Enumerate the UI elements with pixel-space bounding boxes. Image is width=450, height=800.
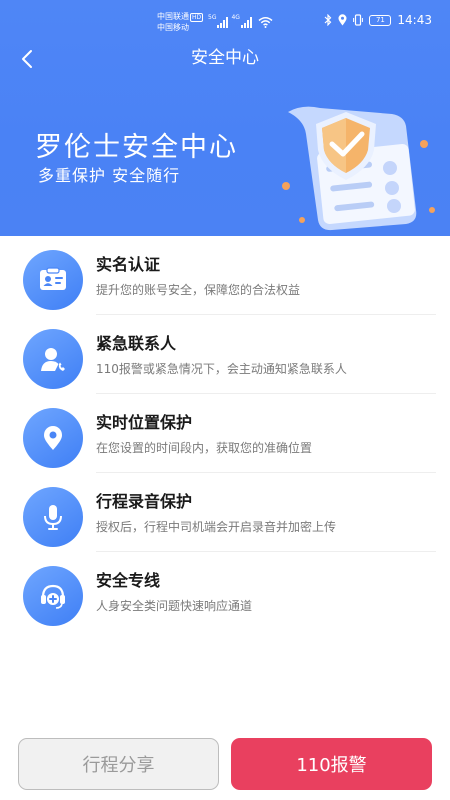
item-description: 提升您的账号安全，保障您的合法权益: [96, 283, 301, 297]
carrier-2: 中国移动: [157, 23, 189, 32]
item-title: 紧急联系人: [96, 334, 177, 353]
microphone-icon: [23, 487, 83, 547]
hero-title: 罗伦士安全中心: [35, 132, 238, 163]
item-description: 在您设置的时间段内，获取您的准确位置: [96, 441, 313, 455]
item-title: 行程录音保护: [96, 492, 193, 511]
list-item-location-protection[interactable]: 实时位置保护 在您设置的时间段内，获取您的准确位置: [0, 394, 450, 473]
security-shield-illustration: [282, 106, 435, 231]
trip-share-button[interactable]: 行程分享: [18, 738, 219, 790]
call-110-button[interactable]: 110报警: [231, 738, 432, 790]
id-card-icon: [23, 250, 83, 310]
item-description: 110报警或紧急情况下，会主动通知紧急联系人: [96, 362, 347, 376]
wifi-icon: [258, 17, 273, 28]
list-item-real-name-auth[interactable]: 实名认证 提升您的账号安全，保障您的合法权益: [0, 236, 450, 315]
list-item-emergency-contact[interactable]: 紧急联系人 110报警或紧急情况下，会主动通知紧急联系人: [0, 315, 450, 394]
location-icon: [338, 14, 347, 26]
clock-time: 14:43: [397, 13, 432, 27]
status-bar: 中国联通 HD 中国移动 5G 4G 71 14:43: [0, 0, 450, 36]
signal-1-label: 5G: [208, 14, 217, 21]
item-description: 人身安全类问题快速响应通道: [96, 599, 253, 613]
item-title: 实名认证: [96, 255, 161, 274]
page-title: 安全中心: [191, 48, 259, 68]
item-title: 安全专线: [96, 571, 161, 590]
item-description: 授权后，行程中司机端会开启录音并加密上传: [96, 520, 337, 534]
feature-list: 实名认证 提升您的账号安全，保障您的合法权益 紧急联系人 110报警或紧急情况下…: [0, 236, 450, 631]
hd-badge: HD: [190, 13, 204, 22]
list-item-safety-hotline[interactable]: 安全专线 人身安全类问题快速响应通道: [0, 552, 450, 631]
headset-icon: [23, 566, 83, 626]
list-item-trip-recording[interactable]: 行程录音保护 授权后，行程中司机端会开启录音并加密上传: [0, 473, 450, 552]
hero-subtitle: 多重保护 安全随行: [38, 166, 181, 185]
bluetooth-icon: [324, 14, 332, 26]
signal-1-icon: [217, 17, 229, 28]
item-title: 实时位置保护: [96, 413, 193, 432]
battery-icon: 71: [369, 14, 392, 26]
carrier-info: 中国联通 HD 中国移动: [157, 11, 204, 33]
location-pin-icon: [23, 408, 83, 468]
network-indicators: 5G 4G: [208, 14, 273, 28]
nav-bar: 安全中心: [0, 40, 450, 76]
vibrate-icon: [353, 14, 364, 26]
contact-phone-icon: [23, 329, 83, 389]
status-right-group: 71 14:43: [324, 13, 432, 27]
signal-2-icon: [240, 17, 252, 28]
header-banner: 中国联通 HD 中国移动 5G 4G 71 14:43 安全中心 罗伦士安全中心…: [0, 0, 450, 236]
carrier-1: 中国联通: [157, 12, 189, 21]
signal-2-label: 4G: [231, 14, 240, 21]
